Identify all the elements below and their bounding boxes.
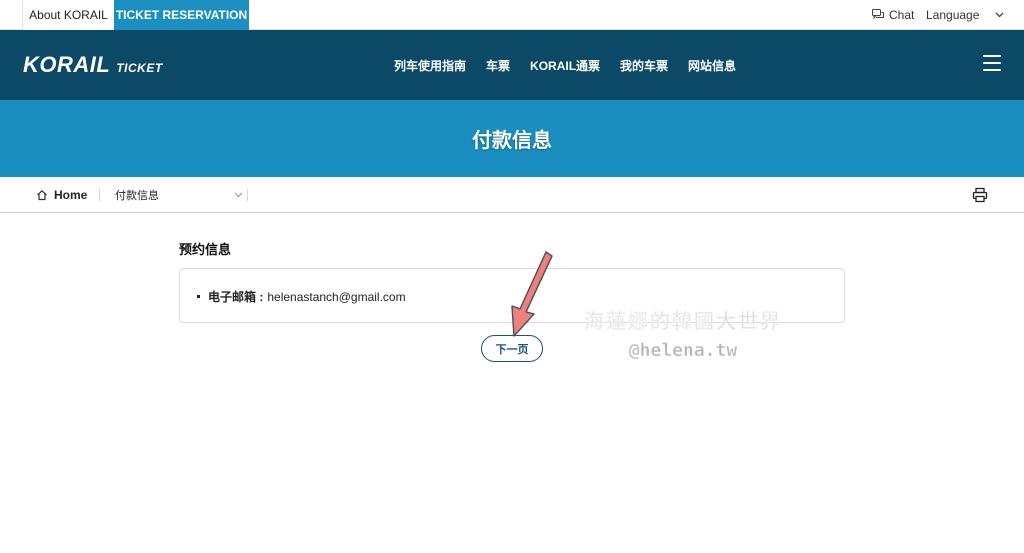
page-title: 付款信息	[472, 130, 552, 152]
top-utility-bar: About KORAIL TICKET RESERVATION Chat Lan…	[0, 0, 1024, 30]
info-row-email: 电子邮箱 : helenastanch@gmail.com	[197, 288, 406, 305]
main-header: KORAIL TICKET 列车使用指南 车票 KORAIL通票 我的车票 网站…	[0, 30, 1024, 100]
logo-main-text: KORAIL	[23, 52, 111, 77]
section-title: 预约信息	[179, 242, 232, 257]
watermark: 海蓮娜的韓國大世界 @helena.tw	[578, 305, 788, 362]
tab-about-korail[interactable]: About KORAIL	[23, 0, 114, 30]
email-label: 电子邮箱 :	[208, 290, 264, 304]
nav-item-tickets[interactable]: 车票	[486, 57, 510, 74]
page-title-banner: 付款信息	[0, 100, 1024, 177]
chat-label: Chat	[889, 8, 915, 22]
breadcrumb-current-label: 付款信息	[115, 190, 159, 202]
watermark-line1: 海蓮娜的韓國大世界	[584, 309, 782, 334]
chat-button[interactable]: Chat	[872, 0, 914, 30]
print-icon[interactable]	[972, 187, 988, 203]
korail-logo[interactable]: KORAIL TICKET	[23, 52, 163, 78]
language-select[interactable]: Language	[926, 0, 1004, 30]
chevron-down-icon	[995, 12, 1004, 18]
nav-item-korail-pass[interactable]: KORAIL通票	[530, 57, 600, 74]
breadcrumb-divider	[247, 189, 248, 201]
language-label: Language	[926, 8, 980, 22]
breadcrumb: Home 付款信息	[0, 177, 1024, 213]
tab-ticket-reservation[interactable]: TICKET RESERVATION	[114, 0, 249, 30]
breadcrumb-current-select[interactable]: 付款信息	[115, 177, 243, 213]
chevron-down-icon	[234, 192, 243, 198]
email-value: helenastanch@gmail.com	[267, 289, 406, 304]
annotation-arrow-icon	[511, 251, 553, 337]
chat-icon	[872, 9, 884, 20]
breadcrumb-home-label: Home	[54, 188, 88, 202]
bullet	[197, 295, 200, 298]
nav-item-site-info[interactable]: 网站信息	[688, 57, 736, 74]
breadcrumb-divider	[99, 189, 100, 201]
nav-item-guide[interactable]: 列车使用指南	[394, 57, 466, 74]
logo-sub-text: TICKET	[116, 61, 163, 75]
breadcrumb-home[interactable]: Home	[36, 177, 87, 213]
main-nav: 列车使用指南 车票 KORAIL通票 我的车票 网站信息	[394, 30, 736, 100]
nav-item-my-tickets[interactable]: 我的车票	[620, 57, 668, 74]
home-icon	[37, 190, 47, 201]
watermark-line2: @helena.tw	[628, 340, 738, 362]
hamburger-menu-icon[interactable]	[983, 55, 1001, 71]
